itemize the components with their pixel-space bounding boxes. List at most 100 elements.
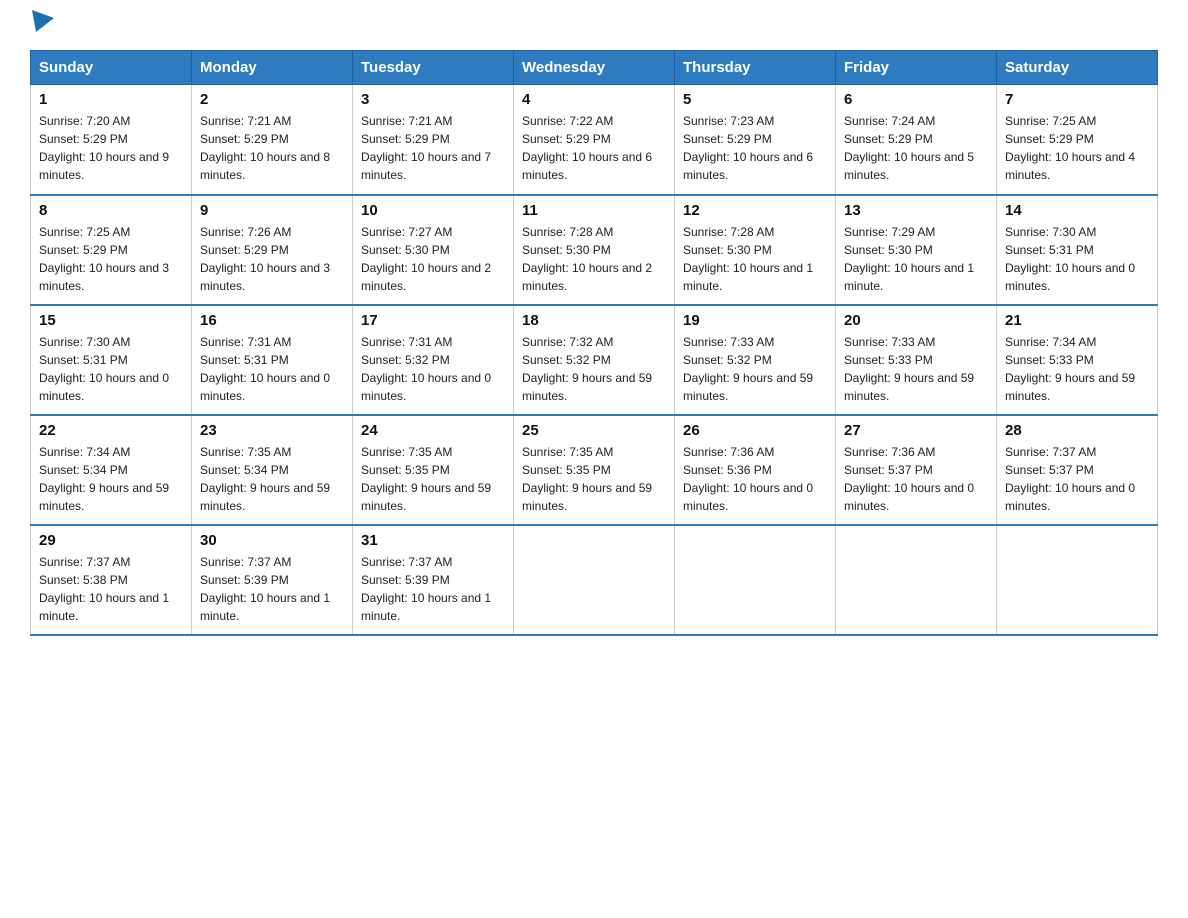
weekday-header-thursday: Thursday (675, 51, 836, 85)
day-number: 9 (200, 202, 344, 219)
calendar-cell (997, 525, 1158, 635)
day-number: 7 (1005, 91, 1149, 108)
calendar-cell: 18 Sunrise: 7:32 AMSunset: 5:32 PMDayligh… (514, 305, 675, 415)
calendar-cell: 9Sunrise: 7:26 AMSunset: 5:29 PMDaylight… (192, 195, 353, 305)
logo-triangle-icon (32, 10, 54, 32)
day-info: Sunrise: 7:37 AMSunset: 5:39 PMDaylight:… (361, 553, 505, 625)
day-number: 26 (683, 422, 827, 439)
calendar-cell: 31Sunrise: 7:37 AMSunset: 5:39 PMDayligh… (353, 525, 514, 635)
day-number: 22 (39, 422, 183, 439)
day-number: 25 (522, 422, 666, 439)
day-number: 30 (200, 532, 344, 549)
calendar-cell: 28Sunrise: 7:37 AMSunset: 5:37 PMDayligh… (997, 415, 1158, 525)
day-info: Sunrise: 7:35 AMSunset: 5:35 PMDaylight:… (361, 443, 505, 515)
day-number: 20 (844, 312, 988, 329)
day-info: Sunrise: 7:34 AMSunset: 5:33 PMDaylight:… (1005, 333, 1149, 405)
day-info: Sunrise: 7:33 AMSunset: 5:33 PMDaylight:… (844, 333, 988, 405)
day-info: Sunrise: 7:36 AMSunset: 5:37 PMDaylight:… (844, 443, 988, 515)
calendar-cell: 14 Sunrise: 7:30 AMSunset: 5:31 PMDayligh… (997, 195, 1158, 305)
day-number: 27 (844, 422, 988, 439)
calendar-cell: 13 Sunrise: 7:29 AMSunset: 5:30 PMDayligh… (836, 195, 997, 305)
calendar-cell: 11Sunrise: 7:28 AMSunset: 5:30 PMDayligh… (514, 195, 675, 305)
week-row-5: 29 Sunrise: 7:37 AMSunset: 5:38 PMDayligh… (31, 525, 1158, 635)
day-info: Sunrise: 7:22 AMSunset: 5:29 PMDaylight:… (522, 112, 666, 184)
calendar-table: SundayMondayTuesdayWednesdayThursdayFrid… (30, 50, 1158, 636)
calendar-cell: 7 Sunrise: 7:25 AMSunset: 5:29 PMDaylight… (997, 85, 1158, 195)
day-info: Sunrise: 7:27 AMSunset: 5:30 PMDaylight:… (361, 223, 505, 295)
week-row-1: 1Sunrise: 7:20 AMSunset: 5:29 PMDaylight… (31, 85, 1158, 195)
day-info: Sunrise: 7:37 AMSunset: 5:38 PMDaylight:… (39, 553, 183, 625)
weekday-header-friday: Friday (836, 51, 997, 85)
day-info: Sunrise: 7:35 AMSunset: 5:35 PMDaylight:… (522, 443, 666, 515)
logo (30, 20, 54, 32)
weekday-header-wednesday: Wednesday (514, 51, 675, 85)
calendar-cell: 25 Sunrise: 7:35 AMSunset: 5:35 PMDayligh… (514, 415, 675, 525)
calendar-cell: 5 Sunrise: 7:23 AMSunset: 5:29 PMDaylight… (675, 85, 836, 195)
calendar-cell: 3Sunrise: 7:21 AMSunset: 5:29 PMDaylight… (353, 85, 514, 195)
day-number: 29 (39, 532, 183, 549)
calendar-cell: 26Sunrise: 7:36 AMSunset: 5:36 PMDayligh… (675, 415, 836, 525)
calendar-cell (675, 525, 836, 635)
day-info: Sunrise: 7:32 AMSunset: 5:32 PMDaylight:… (522, 333, 666, 405)
week-row-3: 15 Sunrise: 7:30 AMSunset: 5:31 PMDayligh… (31, 305, 1158, 415)
day-info: Sunrise: 7:30 AMSunset: 5:31 PMDaylight:… (1005, 223, 1149, 295)
day-number: 17 (361, 312, 505, 329)
calendar-cell: 30 Sunrise: 7:37 AMSunset: 5:39 PMDayligh… (192, 525, 353, 635)
day-number: 6 (844, 91, 988, 108)
calendar-cell (514, 525, 675, 635)
day-info: Sunrise: 7:28 AMSunset: 5:30 PMDaylight:… (683, 223, 827, 295)
day-info: Sunrise: 7:25 AMSunset: 5:29 PMDaylight:… (1005, 112, 1149, 184)
week-row-2: 8 Sunrise: 7:25 AMSunset: 5:29 PMDaylight… (31, 195, 1158, 305)
day-info: Sunrise: 7:37 AMSunset: 5:39 PMDaylight:… (200, 553, 344, 625)
calendar-cell: 15 Sunrise: 7:30 AMSunset: 5:31 PMDayligh… (31, 305, 192, 415)
day-number: 4 (522, 91, 666, 108)
day-info: Sunrise: 7:23 AMSunset: 5:29 PMDaylight:… (683, 112, 827, 184)
calendar-cell: 24 Sunrise: 7:35 AMSunset: 5:35 PMDayligh… (353, 415, 514, 525)
day-number: 15 (39, 312, 183, 329)
day-number: 18 (522, 312, 666, 329)
day-info: Sunrise: 7:37 AMSunset: 5:37 PMDaylight:… (1005, 443, 1149, 515)
calendar-cell: 19 Sunrise: 7:33 AMSunset: 5:32 PMDayligh… (675, 305, 836, 415)
calendar-cell: 27 Sunrise: 7:36 AMSunset: 5:37 PMDayligh… (836, 415, 997, 525)
weekday-header-tuesday: Tuesday (353, 51, 514, 85)
calendar-cell: 22 Sunrise: 7:34 AMSunset: 5:34 PMDayligh… (31, 415, 192, 525)
day-info: Sunrise: 7:20 AMSunset: 5:29 PMDaylight:… (39, 112, 183, 184)
day-number: 14 (1005, 202, 1149, 219)
day-info: Sunrise: 7:33 AMSunset: 5:32 PMDaylight:… (683, 333, 827, 405)
calendar-cell: 6Sunrise: 7:24 AMSunset: 5:29 PMDaylight… (836, 85, 997, 195)
day-number: 23 (200, 422, 344, 439)
calendar-header: SundayMondayTuesdayWednesdayThursdayFrid… (31, 51, 1158, 85)
day-info: Sunrise: 7:29 AMSunset: 5:30 PMDaylight:… (844, 223, 988, 295)
weekday-header-sunday: Sunday (31, 51, 192, 85)
day-number: 16 (200, 312, 344, 329)
day-info: Sunrise: 7:21 AMSunset: 5:29 PMDaylight:… (200, 112, 344, 184)
calendar-body: 1Sunrise: 7:20 AMSunset: 5:29 PMDaylight… (31, 85, 1158, 635)
day-info: Sunrise: 7:28 AMSunset: 5:30 PMDaylight:… (522, 223, 666, 295)
day-number: 19 (683, 312, 827, 329)
day-number: 24 (361, 422, 505, 439)
day-info: Sunrise: 7:25 AMSunset: 5:29 PMDaylight:… (39, 223, 183, 295)
calendar-cell: 8 Sunrise: 7:25 AMSunset: 5:29 PMDaylight… (31, 195, 192, 305)
day-info: Sunrise: 7:31 AMSunset: 5:32 PMDaylight:… (361, 333, 505, 405)
day-number: 8 (39, 202, 183, 219)
weekday-header-monday: Monday (192, 51, 353, 85)
calendar-cell: 20 Sunrise: 7:33 AMSunset: 5:33 PMDayligh… (836, 305, 997, 415)
calendar-cell: 12 Sunrise: 7:28 AMSunset: 5:30 PMDayligh… (675, 195, 836, 305)
calendar-cell: 16Sunrise: 7:31 AMSunset: 5:31 PMDayligh… (192, 305, 353, 415)
calendar-cell: 17 Sunrise: 7:31 AMSunset: 5:32 PMDayligh… (353, 305, 514, 415)
day-number: 5 (683, 91, 827, 108)
day-number: 13 (844, 202, 988, 219)
day-number: 21 (1005, 312, 1149, 329)
weekday-header-saturday: Saturday (997, 51, 1158, 85)
week-row-4: 22 Sunrise: 7:34 AMSunset: 5:34 PMDayligh… (31, 415, 1158, 525)
day-info: Sunrise: 7:30 AMSunset: 5:31 PMDaylight:… (39, 333, 183, 405)
day-info: Sunrise: 7:35 AMSunset: 5:34 PMDaylight:… (200, 443, 344, 515)
day-number: 3 (361, 91, 505, 108)
calendar-cell: 21 Sunrise: 7:34 AMSunset: 5:33 PMDayligh… (997, 305, 1158, 415)
day-info: Sunrise: 7:34 AMSunset: 5:34 PMDaylight:… (39, 443, 183, 515)
weekday-row: SundayMondayTuesdayWednesdayThursdayFrid… (31, 51, 1158, 85)
day-number: 12 (683, 202, 827, 219)
calendar-cell: 4 Sunrise: 7:22 AMSunset: 5:29 PMDaylight… (514, 85, 675, 195)
calendar-cell: 10Sunrise: 7:27 AMSunset: 5:30 PMDayligh… (353, 195, 514, 305)
calendar-cell: 1Sunrise: 7:20 AMSunset: 5:29 PMDaylight… (31, 85, 192, 195)
